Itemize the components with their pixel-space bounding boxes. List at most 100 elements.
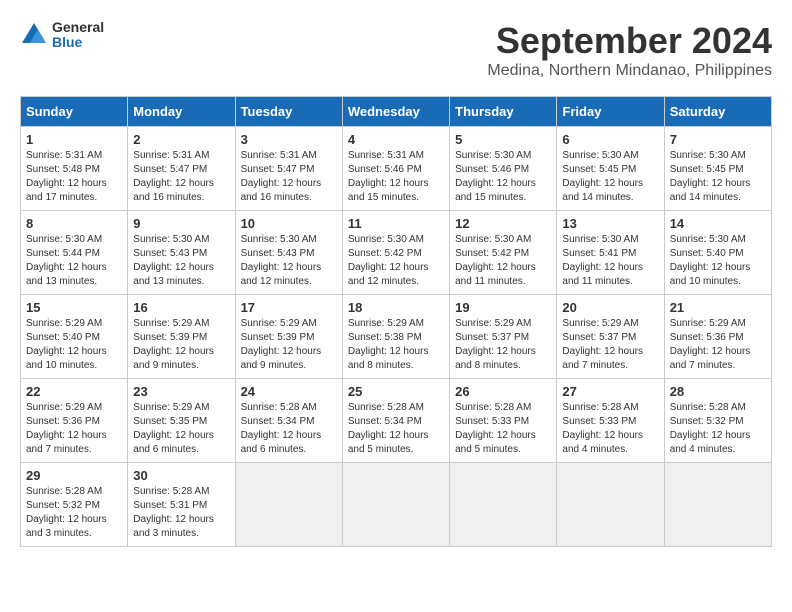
calendar-cell [235, 463, 342, 547]
calendar-cell: 14 Sunrise: 5:30 AM Sunset: 5:40 PM Dayl… [664, 211, 771, 295]
calendar-cell: 6 Sunrise: 5:30 AM Sunset: 5:45 PM Dayli… [557, 127, 664, 211]
day-number: 15 [26, 300, 122, 315]
calendar-cell: 29 Sunrise: 5:28 AM Sunset: 5:32 PM Dayl… [21, 463, 128, 547]
day-number: 2 [133, 132, 229, 147]
month-title: September 2024 [487, 20, 772, 62]
calendar-cell: 10 Sunrise: 5:30 AM Sunset: 5:43 PM Dayl… [235, 211, 342, 295]
day-number: 18 [348, 300, 444, 315]
calendar-cell: 3 Sunrise: 5:31 AM Sunset: 5:47 PM Dayli… [235, 127, 342, 211]
calendar-cell: 27 Sunrise: 5:28 AM Sunset: 5:33 PM Dayl… [557, 379, 664, 463]
day-number: 28 [670, 384, 766, 399]
day-number: 5 [455, 132, 551, 147]
calendar-header-row: SundayMondayTuesdayWednesdayThursdayFrid… [21, 97, 772, 127]
logo-text: General Blue [52, 20, 104, 51]
calendar-cell: 7 Sunrise: 5:30 AM Sunset: 5:45 PM Dayli… [664, 127, 771, 211]
calendar-cell: 5 Sunrise: 5:30 AM Sunset: 5:46 PM Dayli… [450, 127, 557, 211]
day-number: 30 [133, 468, 229, 483]
calendar-cell: 26 Sunrise: 5:28 AM Sunset: 5:33 PM Dayl… [450, 379, 557, 463]
day-detail: Sunrise: 5:29 AM Sunset: 5:35 PM Dayligh… [133, 401, 229, 457]
day-detail: Sunrise: 5:31 AM Sunset: 5:47 PM Dayligh… [241, 149, 337, 205]
calendar-cell: 24 Sunrise: 5:28 AM Sunset: 5:34 PM Dayl… [235, 379, 342, 463]
day-number: 17 [241, 300, 337, 315]
day-detail: Sunrise: 5:30 AM Sunset: 5:46 PM Dayligh… [455, 149, 551, 205]
day-number: 27 [562, 384, 658, 399]
day-detail: Sunrise: 5:29 AM Sunset: 5:39 PM Dayligh… [133, 317, 229, 373]
calendar-cell: 19 Sunrise: 5:29 AM Sunset: 5:37 PM Dayl… [450, 295, 557, 379]
day-number: 19 [455, 300, 551, 315]
calendar-cell: 9 Sunrise: 5:30 AM Sunset: 5:43 PM Dayli… [128, 211, 235, 295]
calendar-cell [664, 463, 771, 547]
calendar-cell: 15 Sunrise: 5:29 AM Sunset: 5:40 PM Dayl… [21, 295, 128, 379]
calendar-cell: 1 Sunrise: 5:31 AM Sunset: 5:48 PM Dayli… [21, 127, 128, 211]
day-number: 11 [348, 216, 444, 231]
calendar-cell: 13 Sunrise: 5:30 AM Sunset: 5:41 PM Dayl… [557, 211, 664, 295]
day-detail: Sunrise: 5:30 AM Sunset: 5:43 PM Dayligh… [133, 233, 229, 289]
day-number: 16 [133, 300, 229, 315]
day-number: 6 [562, 132, 658, 147]
day-number: 1 [26, 132, 122, 147]
day-detail: Sunrise: 5:31 AM Sunset: 5:47 PM Dayligh… [133, 149, 229, 205]
calendar-cell: 28 Sunrise: 5:28 AM Sunset: 5:32 PM Dayl… [664, 379, 771, 463]
day-number: 4 [348, 132, 444, 147]
logo-blue-text: Blue [52, 35, 104, 50]
logo-icon [20, 21, 48, 49]
day-detail: Sunrise: 5:31 AM Sunset: 5:48 PM Dayligh… [26, 149, 122, 205]
day-detail: Sunrise: 5:30 AM Sunset: 5:42 PM Dayligh… [348, 233, 444, 289]
day-detail: Sunrise: 5:30 AM Sunset: 5:44 PM Dayligh… [26, 233, 122, 289]
calendar-cell: 4 Sunrise: 5:31 AM Sunset: 5:46 PM Dayli… [342, 127, 449, 211]
calendar-cell [557, 463, 664, 547]
calendar-cell: 20 Sunrise: 5:29 AM Sunset: 5:37 PM Dayl… [557, 295, 664, 379]
day-detail: Sunrise: 5:28 AM Sunset: 5:33 PM Dayligh… [455, 401, 551, 457]
day-detail: Sunrise: 5:29 AM Sunset: 5:36 PM Dayligh… [670, 317, 766, 373]
day-number: 24 [241, 384, 337, 399]
calendar-cell: 2 Sunrise: 5:31 AM Sunset: 5:47 PM Dayli… [128, 127, 235, 211]
calendar-cell: 17 Sunrise: 5:29 AM Sunset: 5:39 PM Dayl… [235, 295, 342, 379]
day-detail: Sunrise: 5:30 AM Sunset: 5:40 PM Dayligh… [670, 233, 766, 289]
day-number: 3 [241, 132, 337, 147]
calendar-week-4: 29 Sunrise: 5:28 AM Sunset: 5:32 PM Dayl… [21, 463, 772, 547]
day-number: 21 [670, 300, 766, 315]
day-detail: Sunrise: 5:28 AM Sunset: 5:34 PM Dayligh… [348, 401, 444, 457]
day-detail: Sunrise: 5:28 AM Sunset: 5:33 PM Dayligh… [562, 401, 658, 457]
day-number: 14 [670, 216, 766, 231]
day-number: 10 [241, 216, 337, 231]
day-detail: Sunrise: 5:29 AM Sunset: 5:37 PM Dayligh… [455, 317, 551, 373]
header-cell-thursday: Thursday [450, 97, 557, 127]
day-number: 8 [26, 216, 122, 231]
calendar-cell: 11 Sunrise: 5:30 AM Sunset: 5:42 PM Dayl… [342, 211, 449, 295]
calendar-cell [342, 463, 449, 547]
header-cell-monday: Monday [128, 97, 235, 127]
day-number: 12 [455, 216, 551, 231]
day-detail: Sunrise: 5:30 AM Sunset: 5:45 PM Dayligh… [562, 149, 658, 205]
header-cell-tuesday: Tuesday [235, 97, 342, 127]
header-cell-friday: Friday [557, 97, 664, 127]
day-number: 22 [26, 384, 122, 399]
day-detail: Sunrise: 5:30 AM Sunset: 5:45 PM Dayligh… [670, 149, 766, 205]
day-detail: Sunrise: 5:28 AM Sunset: 5:31 PM Dayligh… [133, 485, 229, 541]
day-detail: Sunrise: 5:30 AM Sunset: 5:42 PM Dayligh… [455, 233, 551, 289]
calendar-cell: 16 Sunrise: 5:29 AM Sunset: 5:39 PM Dayl… [128, 295, 235, 379]
day-detail: Sunrise: 5:29 AM Sunset: 5:37 PM Dayligh… [562, 317, 658, 373]
day-number: 9 [133, 216, 229, 231]
calendar-cell: 12 Sunrise: 5:30 AM Sunset: 5:42 PM Dayl… [450, 211, 557, 295]
day-number: 7 [670, 132, 766, 147]
calendar-cell: 25 Sunrise: 5:28 AM Sunset: 5:34 PM Dayl… [342, 379, 449, 463]
day-detail: Sunrise: 5:28 AM Sunset: 5:32 PM Dayligh… [26, 485, 122, 541]
calendar-cell: 21 Sunrise: 5:29 AM Sunset: 5:36 PM Dayl… [664, 295, 771, 379]
location-title: Medina, Northern Mindanao, Philippines [487, 62, 772, 80]
calendar-week-2: 15 Sunrise: 5:29 AM Sunset: 5:40 PM Dayl… [21, 295, 772, 379]
calendar-cell: 23 Sunrise: 5:29 AM Sunset: 5:35 PM Dayl… [128, 379, 235, 463]
calendar-table: SundayMondayTuesdayWednesdayThursdayFrid… [20, 96, 772, 547]
day-detail: Sunrise: 5:29 AM Sunset: 5:39 PM Dayligh… [241, 317, 337, 373]
day-detail: Sunrise: 5:30 AM Sunset: 5:43 PM Dayligh… [241, 233, 337, 289]
day-number: 26 [455, 384, 551, 399]
day-number: 25 [348, 384, 444, 399]
day-detail: Sunrise: 5:29 AM Sunset: 5:38 PM Dayligh… [348, 317, 444, 373]
header-cell-sunday: Sunday [21, 97, 128, 127]
header: General Blue September 2024 Medina, Nort… [20, 20, 772, 80]
logo: General Blue [20, 20, 104, 51]
day-detail: Sunrise: 5:28 AM Sunset: 5:34 PM Dayligh… [241, 401, 337, 457]
logo-general-text: General [52, 20, 104, 35]
calendar-week-3: 22 Sunrise: 5:29 AM Sunset: 5:36 PM Dayl… [21, 379, 772, 463]
calendar-cell: 22 Sunrise: 5:29 AM Sunset: 5:36 PM Dayl… [21, 379, 128, 463]
